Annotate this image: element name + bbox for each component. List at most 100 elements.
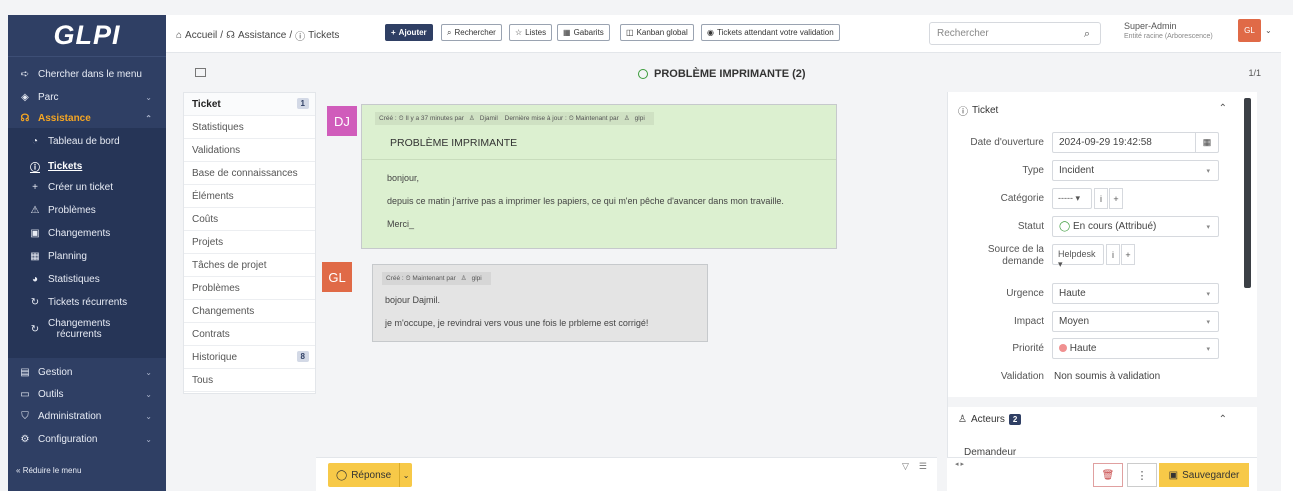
tab-ticket[interactable]: Ticket 1 xyxy=(184,93,315,116)
tab-elements[interactable]: Éléments xyxy=(184,185,315,208)
page-scrollbar[interactable] xyxy=(1281,15,1293,491)
add-category-icon[interactable]: + xyxy=(1109,188,1123,209)
kanban-button[interactable]: ◫ Kanban global xyxy=(620,24,694,41)
users-icon: ♙ xyxy=(958,414,967,425)
tab-history[interactable]: Historique 8 xyxy=(184,346,315,369)
ticket-section-header[interactable]: ⓘ Ticket xyxy=(958,103,998,118)
timeline-filters: ▽ ☰ xyxy=(902,461,927,472)
info-icon[interactable]: i xyxy=(1106,244,1120,265)
urgency-select[interactable]: Haute ▾ xyxy=(1052,283,1219,304)
chevron-down-icon[interactable]: ⌄ xyxy=(1265,26,1272,35)
sidebar-item-changes[interactable]: ▣ Changements xyxy=(8,228,166,239)
sidebar-item-outils[interactable]: ▭ Outils ⌄ xyxy=(8,389,166,400)
tab-contracts[interactable]: Contrats xyxy=(184,323,315,346)
bubble-text-line: je m'occupe, je revindrai vers vous une … xyxy=(385,318,649,328)
add-button[interactable]: + Ajouter xyxy=(385,24,433,41)
field-label: Type xyxy=(1022,165,1044,176)
lists-button[interactable]: ☆ Listes xyxy=(509,24,553,41)
bubble-heading: PROBLÈME IMPRIMANTE xyxy=(390,137,518,149)
sidebar-item-recurring-changes[interactable]: ↻ Changements récurrents xyxy=(8,318,166,340)
pending-validation-button[interactable]: ◉ Tickets attendant votre validation xyxy=(701,24,840,41)
search-button[interactable]: ⌕ Rechercher xyxy=(441,24,502,41)
reply-button[interactable]: ◯ Réponse ⌄ xyxy=(328,463,412,487)
sidebar-label-recurring-changes: Changements récurrents xyxy=(48,318,110,340)
ticket-description-bubble: Créé : ⏲ Il y a 37 minutes par ♙ Djamil De… xyxy=(361,104,837,249)
chevron-up-icon[interactable]: ⌃ xyxy=(1219,103,1227,114)
sidebar-item-create-ticket[interactable]: + Créer un ticket xyxy=(8,182,166,193)
calendar-icon: ▦ xyxy=(30,251,40,262)
breadcrumb-home[interactable]: Accueil xyxy=(185,30,217,41)
tab-statistiques[interactable]: Statistiques xyxy=(184,116,315,139)
impact-select[interactable]: Moyen ▾ xyxy=(1052,311,1219,332)
cube-icon: ◈ xyxy=(21,92,29,103)
type-select[interactable]: Incident ▾ xyxy=(1052,160,1219,181)
list-view-icon[interactable]: ☰ xyxy=(919,461,927,472)
sidebar-item-recurring-tickets[interactable]: ↻ Tickets récurrents xyxy=(8,297,166,308)
calendar-icon[interactable]: ▦ xyxy=(1195,133,1218,152)
scroll-arrows-icon[interactable]: ◂ ▸ xyxy=(955,460,964,468)
meta-updater[interactable]: glpi xyxy=(635,115,645,122)
sidebar-item-administration[interactable]: ⛉ Administration ⌄ xyxy=(8,411,166,422)
sidebar-label-recurring-tickets: Tickets récurrents xyxy=(48,297,128,308)
meta-author[interactable]: Djamil xyxy=(480,115,498,122)
ticket-tabs: Ticket 1 Statistiques Validations Base de… xyxy=(183,92,316,394)
category-select[interactable]: ----- ▾ xyxy=(1052,188,1092,209)
tab-validations[interactable]: Validations xyxy=(184,139,315,162)
status-select[interactable]: ◯ En cours (Attribué) ▾ xyxy=(1052,216,1219,237)
sidebar-search-menu[interactable]: ➪ Chercher dans le menu xyxy=(8,69,166,80)
reply-dropdown-chevron-icon[interactable]: ⌄ xyxy=(399,463,412,487)
list-toggle-icon[interactable] xyxy=(195,68,206,77)
lists-label: Listes xyxy=(525,28,547,37)
sidebar-item-configuration[interactable]: ⚙ Configuration ⌄ xyxy=(8,434,166,445)
user-name[interactable]: Super-Admin xyxy=(1124,21,1177,31)
collapse-menu-button[interactable]: « Réduire le menu xyxy=(16,466,81,475)
tab-all[interactable]: Tous xyxy=(184,369,315,392)
sidebar-item-tickets[interactable]: ⓘ Tickets xyxy=(8,159,166,174)
avatar[interactable]: GL xyxy=(1238,19,1261,42)
tab-changes[interactable]: Changements xyxy=(184,300,315,323)
tab-project-tasks[interactable]: Tâches de projet xyxy=(184,254,315,277)
info-circle-icon: ⓘ xyxy=(958,107,968,118)
more-actions-button[interactable]: ⋮ xyxy=(1127,463,1157,487)
sidebar-item-assistance[interactable]: ☊ Assistance ⌃ xyxy=(8,113,166,124)
open-date-field[interactable]: 2024-09-29 19:42:58 ▦ xyxy=(1052,132,1219,153)
tab-costs[interactable]: Coûts xyxy=(184,208,315,231)
section-separator xyxy=(948,397,1258,407)
bubble-text-line: Merci_ xyxy=(387,219,415,229)
breadcrumb-tickets[interactable]: Tickets xyxy=(308,30,339,41)
add-source-icon[interactable]: + xyxy=(1121,244,1135,265)
tab-problems[interactable]: Problèmes xyxy=(184,277,315,300)
tab-knowledge-base[interactable]: Base de connaissances xyxy=(184,162,315,185)
save-button[interactable]: ▣ Sauvegarder xyxy=(1159,463,1249,487)
sidebar-item-problems[interactable]: ⚠ Problèmes xyxy=(8,205,166,216)
global-search-input[interactable]: Rechercher ⌕ xyxy=(929,22,1101,45)
filter-icon[interactable]: ▽ xyxy=(902,461,909,472)
tab-label: Tous xyxy=(192,375,214,386)
tab-projects[interactable]: Projets xyxy=(184,231,315,254)
caret-down-icon: ▾ xyxy=(1206,224,1210,231)
sidebar-item-dashboard[interactable]: ◔ Tableau de bord xyxy=(8,136,166,147)
priority-select[interactable]: Haute ▾ xyxy=(1052,338,1219,359)
sidebar-label-create-ticket: Créer un ticket xyxy=(48,182,114,193)
meta-author[interactable]: glpi xyxy=(472,275,482,282)
status-circle-icon xyxy=(638,69,648,79)
source-select[interactable]: Helpdesk ▾ xyxy=(1052,244,1104,269)
info-icon[interactable]: i xyxy=(1094,188,1108,209)
glpi-logo[interactable]: GLPI xyxy=(8,15,166,57)
field-label: Date d'ouverture xyxy=(970,137,1044,148)
sidebar-item-statistics[interactable]: ◕ Statistiques xyxy=(8,274,166,285)
panel-scrollbar[interactable] xyxy=(1244,98,1251,288)
templates-button[interactable]: ▦ Gabarits xyxy=(557,24,610,41)
sidebar-label-changes: Changements xyxy=(48,228,111,239)
plus-icon: + xyxy=(32,182,38,193)
sidebar-item-parc[interactable]: ◈ Parc ⌄ xyxy=(8,92,166,103)
actors-section-header[interactable]: ♙ Acteurs 2 xyxy=(958,414,1022,425)
chevron-up-icon[interactable]: ⌃ xyxy=(1219,414,1227,425)
breadcrumb-assistance[interactable]: Assistance xyxy=(238,30,286,41)
search-icon[interactable]: ⌕ xyxy=(1084,28,1090,41)
user-entity[interactable]: Entité racine (Arborescence) xyxy=(1124,33,1213,40)
delete-button[interactable]: 🗑 xyxy=(1093,463,1123,487)
sidebar-item-gestion[interactable]: ▤ Gestion ⌄ xyxy=(8,367,166,378)
sidebar-item-planning[interactable]: ▦ Planning xyxy=(8,251,166,262)
field-label: Source de la demande xyxy=(954,244,1044,268)
